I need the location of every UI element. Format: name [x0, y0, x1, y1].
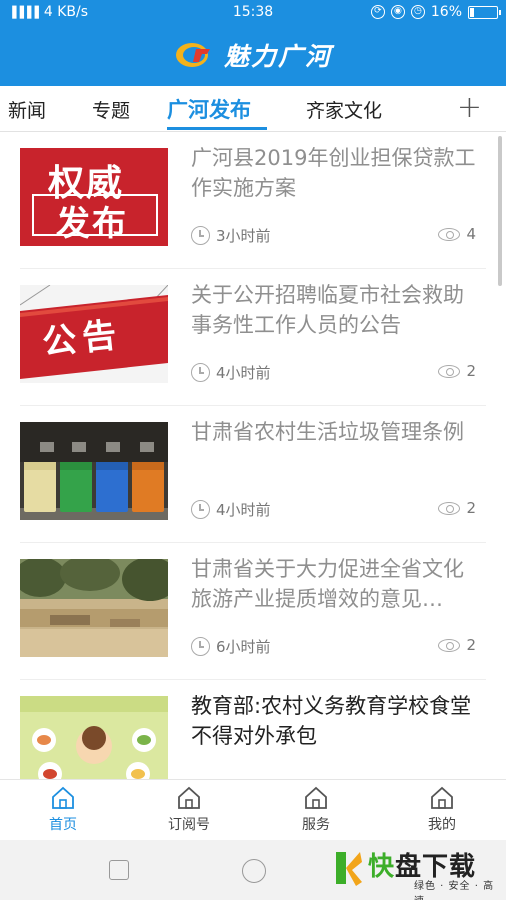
nav-mine-label: 我的	[428, 817, 456, 833]
news-thumbnail: 公告	[20, 285, 168, 383]
battery-percent: 16%	[430, 4, 462, 20]
news-views: 2	[438, 636, 476, 654]
eye-icon	[438, 227, 461, 241]
battery-icon	[468, 5, 501, 19]
cafeteria-poster-image	[20, 696, 168, 779]
alarm-icon: ◷	[410, 5, 425, 19]
nav-home-label: 首页	[49, 817, 77, 833]
signal-icon: ▐▐▐▐	[8, 5, 39, 19]
news-views: 2	[438, 499, 476, 517]
news-time: 4小时前	[191, 362, 275, 383]
news-thumbnail	[20, 559, 168, 657]
nav-mine[interactable]: 我的	[392, 786, 492, 834]
clock-time: 15:38	[232, 4, 274, 20]
views-count: 4	[466, 225, 476, 243]
views-count: 2	[466, 636, 476, 654]
rotation-icon: ⟳	[370, 5, 385, 19]
thumb-text-line2: 发布	[56, 204, 128, 244]
news-thumbnail: 权威 发布	[20, 148, 168, 246]
news-views: 4	[438, 225, 476, 243]
status-bar: ▐▐▐▐ 4 KB/s 15:38 ⟳ ◉ ◷ 16%	[0, 0, 506, 24]
nav-services-label: 服务	[302, 817, 330, 833]
home-icon	[51, 786, 75, 810]
clock-icon	[191, 500, 210, 519]
news-time: 3小时前	[191, 225, 275, 246]
news-title[interactable]: 广河县2019年创业担保贷款工作实施方案	[191, 143, 483, 233]
vpn-icon: ◉	[390, 5, 405, 19]
watermark-k-icon	[336, 852, 362, 886]
clock-icon	[191, 226, 210, 245]
news-feed[interactable]: 权威 发布 广河县2019年创业担保贷款工作实施方案 3小时前 4 公告 关于公…	[0, 133, 506, 779]
news-title[interactable]: 教育部:农村义务教育学校食堂不得对外承包	[191, 691, 483, 779]
nav-services[interactable]: 服务	[266, 786, 366, 834]
watermark-logo: 快盘下载 绿色 · 安全 · 高速	[334, 848, 504, 900]
views-count: 2	[466, 499, 476, 517]
subscriptions-icon	[177, 786, 201, 810]
news-thumbnail	[20, 696, 168, 779]
feed-scrollbar[interactable]	[498, 136, 502, 286]
news-thumbnail	[20, 422, 168, 520]
eye-icon	[438, 364, 461, 378]
profile-icon	[430, 786, 454, 810]
news-item[interactable]: 公告 关于公开招聘临夏市社会救助事务性工作人员的公告 4小时前 2	[20, 270, 486, 406]
home-button[interactable]	[242, 859, 266, 883]
app-logo	[174, 40, 216, 70]
clock-icon	[191, 637, 210, 656]
system-navigation-bar: 快盘下载 绿色 · 安全 · 高速	[0, 840, 506, 900]
channel-tabs: 新闻 专题 广河发布 齐家文化 +	[0, 86, 506, 132]
active-tab-indicator	[167, 127, 267, 130]
app-header: 魅力广河	[0, 24, 506, 86]
news-title[interactable]: 甘肃省关于大力促进全省文化旅游产业提质增效的意见…	[191, 554, 483, 644]
news-item[interactable]: 甘肃省关于大力促进全省文化旅游产业提质增效的意见… 6小时前 2	[20, 544, 486, 680]
news-title[interactable]: 关于公开招聘临夏市社会救助事务性工作人员的公告	[191, 280, 483, 370]
news-item[interactable]: 甘肃省农村生活垃圾管理条例 4小时前 2	[20, 407, 486, 543]
tab-guanghe-release[interactable]: 广河发布	[167, 94, 251, 124]
news-time: 4小时前	[191, 499, 275, 520]
nav-home[interactable]: 首页	[13, 786, 113, 834]
add-channel-icon[interactable]: +	[457, 90, 482, 125]
services-icon	[304, 786, 328, 810]
news-item[interactable]: 教育部:农村义务教育学校食堂不得对外承包	[20, 681, 486, 779]
app-title: 魅力广河	[223, 42, 332, 71]
excavation-site-image	[20, 559, 168, 657]
time-label: 3小时前	[216, 227, 271, 245]
thumb-text: 公告	[40, 314, 125, 364]
time-label: 4小时前	[216, 501, 271, 519]
garbage-bins-image	[20, 422, 168, 520]
bottom-navigation: 首页 订阅号 服务 我的	[0, 779, 506, 840]
tab-news[interactable]: 新闻	[8, 96, 46, 123]
tab-topics[interactable]: 专题	[92, 96, 130, 123]
watermark-tagline: 绿色 · 安全 · 高速	[414, 881, 495, 900]
news-time: 6小时前	[191, 636, 275, 657]
news-title[interactable]: 甘肃省农村生活垃圾管理条例	[191, 417, 483, 507]
nav-subscriptions[interactable]: 订阅号	[139, 786, 239, 834]
tab-qijia-culture[interactable]: 齐家文化	[306, 96, 382, 123]
recents-button[interactable]	[109, 860, 129, 880]
network-speed: 4 KB/s	[43, 4, 88, 20]
news-views: 2	[438, 362, 476, 380]
eye-icon	[438, 638, 461, 652]
nav-subscriptions-label: 订阅号	[168, 817, 210, 833]
time-label: 4小时前	[216, 364, 271, 382]
views-count: 2	[466, 362, 476, 380]
clock-icon	[191, 363, 210, 382]
eye-icon	[438, 501, 461, 515]
time-label: 6小时前	[216, 638, 271, 656]
news-item[interactable]: 权威 发布 广河县2019年创业担保贷款工作实施方案 3小时前 4	[20, 133, 486, 269]
